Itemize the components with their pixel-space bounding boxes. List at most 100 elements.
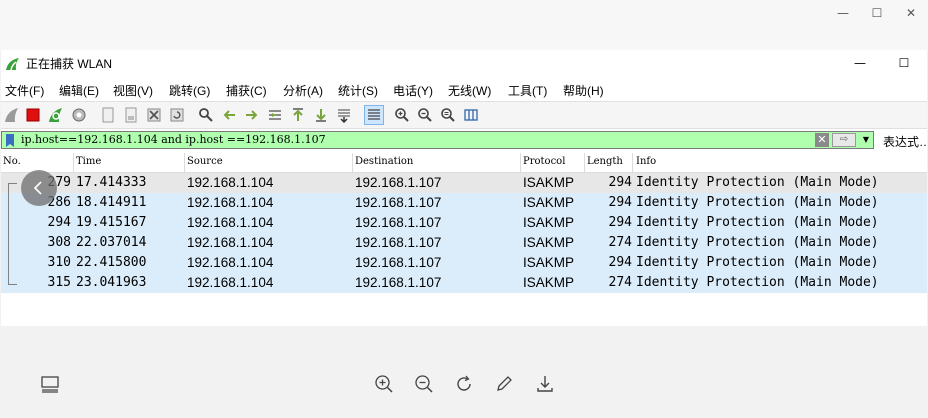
viewer-minimize-button[interactable]: — bbox=[833, 5, 853, 21]
edit-icon[interactable] bbox=[494, 374, 514, 394]
packet-row[interactable]: 315 23.041963 192.168.1.104 192.168.1.10… bbox=[1, 273, 927, 293]
go-back-icon[interactable] bbox=[220, 106, 238, 124]
window-title: 正在捕获 WLAN bbox=[26, 57, 113, 71]
filter-bookmark-icon[interactable] bbox=[4, 133, 16, 147]
packet-source: 192.168.1.104 bbox=[187, 195, 274, 210]
packet-protocol: ISAKMP bbox=[523, 215, 575, 230]
menu-view[interactable]: 视图(V) bbox=[113, 82, 153, 99]
packet-destination: 192.168.1.107 bbox=[355, 175, 442, 190]
packet-no: 294 bbox=[47, 215, 71, 230]
filter-clear-button[interactable]: ✕ bbox=[815, 133, 829, 147]
packet-source: 192.168.1.104 bbox=[187, 255, 274, 270]
wireshark-window: 正在捕获 WLAN — ☐ 文件(F) 编辑(E) 视图(V) 跳转(G) 捕获… bbox=[1, 50, 928, 326]
filter-history-dropdown[interactable]: ▼ bbox=[860, 133, 872, 147]
app-maximize-button[interactable]: ☐ bbox=[893, 53, 915, 73]
packet-destination: 192.168.1.107 bbox=[355, 195, 442, 210]
packet-protocol: ISAKMP bbox=[523, 195, 575, 210]
resize-columns-icon[interactable] bbox=[462, 106, 480, 124]
column-header-destination[interactable]: Destination bbox=[355, 156, 413, 167]
packet-length: 294 bbox=[608, 255, 632, 270]
open-file-icon[interactable] bbox=[99, 106, 117, 124]
previous-image-button[interactable] bbox=[21, 170, 57, 206]
column-header-protocol[interactable]: Protocol bbox=[523, 156, 565, 167]
display-filter-input[interactable]: ip.host==192.168.1.104 and ip.host ==192… bbox=[1, 131, 874, 149]
column-header-length[interactable]: Length bbox=[587, 156, 623, 167]
packet-length: 294 bbox=[608, 195, 632, 210]
packet-time: 17.414333 bbox=[76, 175, 147, 190]
packet-row[interactable]: 286 18.414911 192.168.1.104 192.168.1.10… bbox=[1, 193, 927, 213]
menu-capture[interactable]: 捕获(C) bbox=[226, 82, 267, 99]
packet-destination: 192.168.1.107 bbox=[355, 275, 442, 290]
first-packet-icon[interactable] bbox=[289, 106, 307, 124]
packet-info: Identity Protection (Main Mode) bbox=[636, 195, 879, 210]
find-packet-icon[interactable] bbox=[197, 106, 215, 124]
save-file-icon[interactable] bbox=[122, 106, 140, 124]
restart-capture-icon[interactable] bbox=[47, 106, 65, 124]
auto-scroll-icon[interactable] bbox=[335, 106, 353, 124]
zoom-out-icon[interactable] bbox=[416, 106, 434, 124]
download-icon[interactable] bbox=[535, 374, 555, 394]
thumbnail-icon[interactable] bbox=[40, 374, 60, 394]
menu-edit[interactable]: 编辑(E) bbox=[59, 82, 99, 99]
column-header-source[interactable]: Source bbox=[187, 156, 223, 167]
packet-source: 192.168.1.104 bbox=[187, 275, 274, 290]
packet-protocol: ISAKMP bbox=[523, 175, 575, 190]
app-minimize-button[interactable]: — bbox=[849, 53, 871, 73]
packet-row[interactable]: 310 22.415800 192.168.1.104 192.168.1.10… bbox=[1, 253, 927, 273]
shark-fin-icon[interactable] bbox=[3, 106, 21, 124]
go-to-packet-icon[interactable] bbox=[266, 106, 284, 124]
menu-analyze[interactable]: 分析(A) bbox=[283, 82, 323, 99]
viewer-zoom-out-icon[interactable] bbox=[414, 374, 434, 394]
menu-statistics[interactable]: 统计(S) bbox=[338, 82, 378, 99]
packet-row[interactable]: 294 19.415167 192.168.1.104 192.168.1.10… bbox=[1, 213, 927, 233]
packet-row[interactable]: 308 22.037014 192.168.1.104 192.168.1.10… bbox=[1, 233, 927, 253]
viewer-maximize-button[interactable]: ☐ bbox=[867, 5, 887, 21]
main-toolbar bbox=[1, 101, 927, 129]
packet-no: 308 bbox=[47, 235, 71, 250]
zoom-in-icon[interactable] bbox=[393, 106, 411, 124]
packet-info: Identity Protection (Main Mode) bbox=[636, 175, 879, 190]
rotate-icon[interactable] bbox=[454, 374, 474, 394]
display-filter-bar: ip.host==192.168.1.104 and ip.host ==192… bbox=[1, 130, 928, 152]
menu-help[interactable]: 帮助(H) bbox=[563, 82, 604, 99]
menu-tools[interactable]: 工具(T) bbox=[508, 82, 547, 99]
reload-icon[interactable] bbox=[168, 106, 186, 124]
packet-info: Identity Protection (Main Mode) bbox=[636, 235, 879, 250]
menu-wireless[interactable]: 无线(W) bbox=[448, 82, 491, 99]
packet-time: 23.041963 bbox=[76, 275, 147, 290]
column-header-info[interactable]: Info bbox=[636, 156, 656, 167]
menu-go[interactable]: 跳转(G) bbox=[169, 82, 210, 99]
menu-file[interactable]: 文件(F) bbox=[5, 82, 44, 99]
viewer-zoom-in-icon[interactable] bbox=[374, 374, 394, 394]
chevron-left-icon bbox=[33, 181, 42, 195]
conversation-bracket-top bbox=[8, 183, 17, 184]
packet-row[interactable]: 279 17.414333 192.168.1.104 192.168.1.10… bbox=[1, 173, 927, 193]
packet-protocol: ISAKMP bbox=[523, 275, 575, 290]
go-forward-icon[interactable] bbox=[243, 106, 261, 124]
packet-list-header: No. Time Source Destination Protocol Len… bbox=[1, 153, 927, 173]
conversation-bracket bbox=[8, 183, 9, 284]
packet-time: 19.415167 bbox=[76, 215, 147, 230]
packet-destination: 192.168.1.107 bbox=[355, 215, 442, 230]
colorize-icon[interactable] bbox=[364, 105, 384, 125]
packet-protocol: ISAKMP bbox=[523, 255, 575, 270]
packet-destination: 192.168.1.107 bbox=[355, 235, 442, 250]
packet-time: 22.415800 bbox=[76, 255, 147, 270]
viewer-close-button[interactable]: ✕ bbox=[901, 5, 921, 21]
menu-bar: 文件(F) 编辑(E) 视图(V) 跳转(G) 捕获(C) 分析(A) 统计(S… bbox=[1, 78, 927, 100]
packet-time: 22.037014 bbox=[76, 235, 147, 250]
packet-destination: 192.168.1.107 bbox=[355, 255, 442, 270]
column-header-no[interactable]: No. bbox=[3, 156, 21, 167]
packet-length: 294 bbox=[608, 215, 632, 230]
normal-size-icon[interactable] bbox=[439, 106, 457, 124]
packet-protocol: ISAKMP bbox=[523, 235, 575, 250]
packet-no: 310 bbox=[47, 255, 71, 270]
column-header-time[interactable]: Time bbox=[76, 156, 101, 167]
stop-capture-icon[interactable] bbox=[24, 106, 42, 124]
menu-telephony[interactable]: 电话(Y) bbox=[393, 82, 433, 99]
close-file-icon[interactable] bbox=[145, 106, 163, 124]
expression-button[interactable]: 表达式… bbox=[883, 133, 928, 150]
last-packet-icon[interactable] bbox=[312, 106, 330, 124]
filter-apply-button[interactable]: ⇨ bbox=[832, 133, 856, 147]
capture-options-icon[interactable] bbox=[70, 106, 88, 124]
